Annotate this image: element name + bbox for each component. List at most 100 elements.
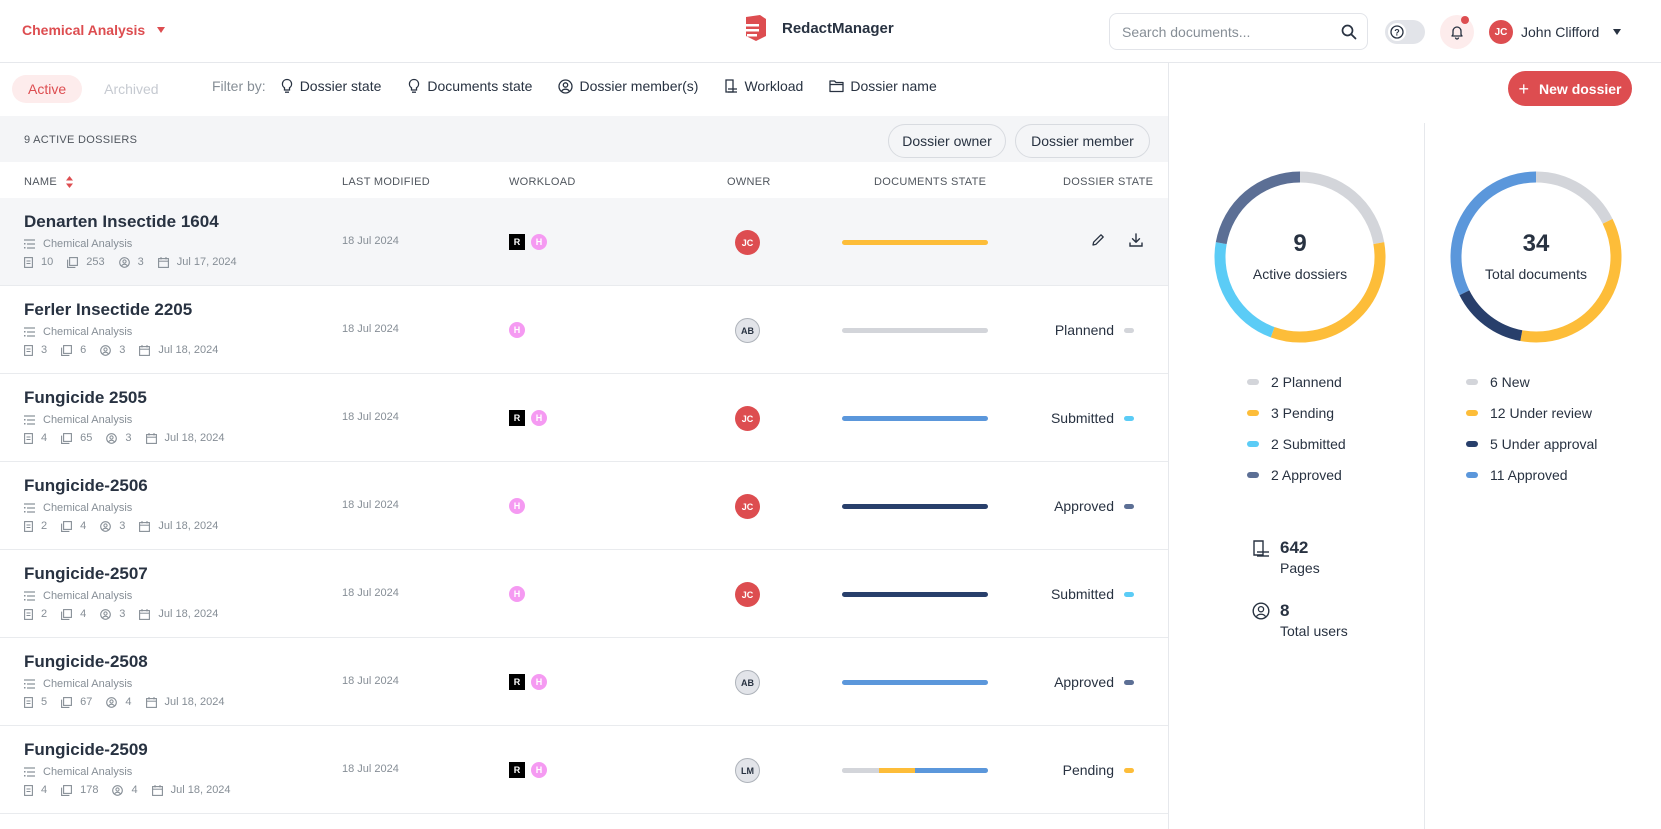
documents-state-bar bbox=[842, 504, 988, 509]
template-icon bbox=[24, 503, 35, 513]
download-icon[interactable] bbox=[1128, 232, 1144, 248]
column-header-last-modified[interactable]: LAST MODIFIED bbox=[342, 176, 430, 188]
page-count: 253 bbox=[67, 256, 105, 268]
dossiers-legend-item[interactable]: 2 Plannend bbox=[1247, 366, 1346, 397]
dossier-name[interactable]: Fungicide 2505 bbox=[24, 388, 147, 408]
documents-legend-item[interactable]: 5 Under approval bbox=[1466, 428, 1597, 459]
last-modified: 18 Jul 2024 bbox=[342, 323, 399, 335]
active-dossiers-label: Active dossiers bbox=[1252, 266, 1348, 282]
user-menu[interactable]: JC John Clifford bbox=[1489, 20, 1622, 44]
dossier-name[interactable]: Fungicide-2507 bbox=[24, 564, 148, 584]
template-icon bbox=[24, 239, 35, 249]
column-header-name[interactable]: NAME bbox=[24, 176, 74, 189]
lightbulb-icon bbox=[409, 78, 420, 93]
filter-documents-state[interactable]: Documents state bbox=[407, 78, 532, 94]
edit-icon[interactable] bbox=[1090, 232, 1106, 248]
filter-workload[interactable]: Workload bbox=[724, 78, 803, 94]
user-circle-icon bbox=[100, 520, 112, 532]
quick-filter-dossier-owner[interactable]: Dossier owner bbox=[888, 124, 1006, 158]
page-count: 4 bbox=[61, 520, 86, 532]
dossiers-legend-item[interactable]: 2 Approved bbox=[1247, 459, 1346, 490]
workload-indicators: RH bbox=[509, 674, 547, 690]
calendar-icon bbox=[139, 344, 151, 356]
filter-dossier-name[interactable]: Dossier name bbox=[829, 78, 937, 94]
document-count: 4 bbox=[24, 432, 47, 444]
filter-dossier-members-label: Dossier member(s) bbox=[579, 78, 699, 94]
page-count-value: 253 bbox=[86, 256, 105, 268]
dossier-row[interactable]: Fungicide-2507 Chemical Analysis 2 4 3 J… bbox=[0, 550, 1168, 638]
app-switcher[interactable]: Chemical Analysis bbox=[22, 22, 166, 38]
brand-logo: RedactManager bbox=[742, 14, 894, 42]
dossier-state-dot bbox=[1124, 591, 1134, 597]
documents-state-bar bbox=[842, 240, 988, 245]
user-circle-icon bbox=[1252, 602, 1270, 620]
dossier-state: Submitted bbox=[1051, 586, 1134, 602]
bell-icon bbox=[1451, 26, 1463, 40]
document-icon bbox=[24, 608, 33, 620]
filter-label: Filter by: bbox=[212, 78, 266, 94]
dossier-name[interactable]: Fungicide-2509 bbox=[24, 740, 148, 760]
search-input[interactable] bbox=[1122, 23, 1341, 40]
documents-state-segment bbox=[842, 416, 988, 421]
plus-icon: + bbox=[1518, 78, 1530, 99]
documents-summary: 34 Total documents bbox=[1446, 230, 1626, 282]
workload-highlight-badge: H bbox=[509, 498, 525, 514]
documents-state-segment bbox=[842, 328, 988, 333]
document-count: 3 bbox=[24, 344, 47, 356]
last-modified: 18 Jul 2024 bbox=[342, 675, 399, 687]
calendar-icon bbox=[139, 520, 151, 532]
quick-filter-dossier-member[interactable]: Dossier member bbox=[1015, 124, 1150, 158]
documents-state-segment bbox=[842, 680, 988, 685]
dossier-row[interactable]: Fungicide 2505 Chemical Analysis 4 65 3 … bbox=[0, 374, 1168, 462]
search-icon[interactable] bbox=[1341, 24, 1357, 40]
tab-active[interactable]: Active bbox=[12, 75, 83, 103]
page-count: 178 bbox=[61, 784, 98, 796]
dossier-row[interactable]: Fungicide-2509 Chemical Analysis 4 178 4… bbox=[0, 726, 1168, 814]
toggle-knob: ? bbox=[1388, 23, 1406, 41]
documents-legend-item[interactable]: 6 New bbox=[1466, 366, 1597, 397]
page-count: 6 bbox=[61, 344, 86, 356]
dossier-name[interactable]: Fungicide-2506 bbox=[24, 476, 148, 496]
member-count: 3 bbox=[100, 344, 125, 356]
template-icon bbox=[24, 679, 35, 689]
dossiers-legend-item[interactable]: 3 Pending bbox=[1247, 397, 1346, 428]
documents-state-segment bbox=[878, 768, 915, 773]
pages-icon bbox=[61, 696, 73, 708]
user-circle-icon bbox=[118, 256, 130, 268]
column-name-label: NAME bbox=[24, 176, 57, 188]
workload-highlight-badge: H bbox=[531, 234, 547, 250]
filter-dossier-state[interactable]: Dossier state bbox=[280, 78, 381, 94]
documents-legend-item[interactable]: 12 Under review bbox=[1466, 397, 1597, 428]
user-avatar: JC bbox=[1489, 20, 1513, 44]
dossier-name[interactable]: Fungicide-2508 bbox=[24, 652, 148, 672]
due-date-value: Jul 18, 2024 bbox=[158, 608, 219, 620]
documents-legend-item[interactable]: 11 Approved bbox=[1466, 459, 1597, 490]
dossier-row[interactable]: Ferler Insectide 2205 Chemical Analysis … bbox=[0, 286, 1168, 374]
dossier-state-label: Submitted bbox=[1050, 410, 1114, 426]
notifications-button[interactable] bbox=[1440, 15, 1474, 49]
dossier-row[interactable]: Fungicide-2506 Chemical Analysis 2 4 3 J… bbox=[0, 462, 1168, 550]
total-documents-label: Total documents bbox=[1485, 266, 1587, 282]
member-count: 3 bbox=[100, 608, 125, 620]
tab-archived[interactable]: Archived bbox=[88, 75, 174, 103]
dossier-template-label: Chemical Analysis bbox=[43, 766, 133, 778]
workload-indicators: H bbox=[509, 498, 525, 514]
dossier-name[interactable]: Ferler Insectide 2205 bbox=[24, 300, 192, 320]
page-count-value: 6 bbox=[80, 344, 87, 356]
help-mode-toggle[interactable]: ? bbox=[1385, 20, 1425, 44]
due-date-value: Jul 18, 2024 bbox=[164, 432, 225, 444]
filter-dossier-members[interactable]: Dossier member(s) bbox=[558, 78, 698, 94]
user-circle-icon bbox=[112, 784, 124, 796]
last-modified: 18 Jul 2024 bbox=[342, 411, 399, 423]
dossiers-legend-item[interactable]: 2 Submitted bbox=[1247, 428, 1346, 459]
new-dossier-button[interactable]: + New dossier bbox=[1508, 71, 1632, 106]
due-date: Jul 18, 2024 bbox=[139, 344, 218, 356]
dossier-row[interactable]: Fungicide-2508 Chemical Analysis 5 67 4 … bbox=[0, 638, 1168, 726]
chevron-down-icon bbox=[157, 27, 166, 33]
dossier-name[interactable]: Denarten Insectide 1604 bbox=[24, 212, 219, 232]
document-icon bbox=[24, 344, 33, 356]
dossier-state-dot bbox=[1124, 327, 1134, 333]
workload-redaction-badge: R bbox=[509, 234, 525, 250]
dossier-row[interactable]: Denarten Insectide 1604 Chemical Analysi… bbox=[0, 198, 1168, 286]
due-date: Jul 17, 2024 bbox=[157, 256, 237, 268]
